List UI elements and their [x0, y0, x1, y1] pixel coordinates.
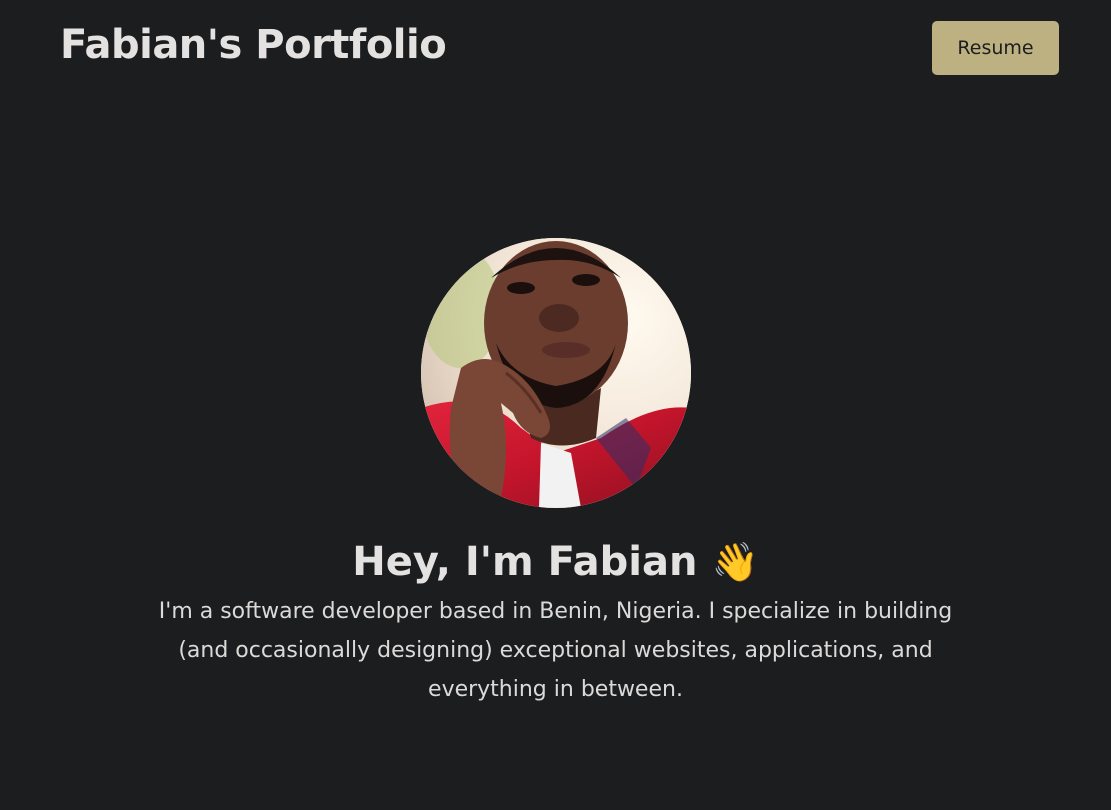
hero-greeting: Hey, I'm Fabian 👋 [0, 540, 1111, 584]
avatar-photo [420, 238, 691, 508]
site-header: Fabian's Portfolio Resume [0, 0, 1111, 100]
site-title[interactable]: Fabian's Portfolio [60, 22, 447, 68]
avatar [420, 238, 691, 508]
waving-hand-icon: 👋 [711, 540, 759, 584]
hero-section: Hey, I'm Fabian 👋 I'm a software develope… [0, 238, 1111, 709]
resume-button[interactable]: Resume [932, 21, 1059, 75]
greeting-text: Hey, I'm Fabian [352, 539, 698, 585]
hero-bio: I'm a software developer based in Benin,… [158, 599, 953, 702]
